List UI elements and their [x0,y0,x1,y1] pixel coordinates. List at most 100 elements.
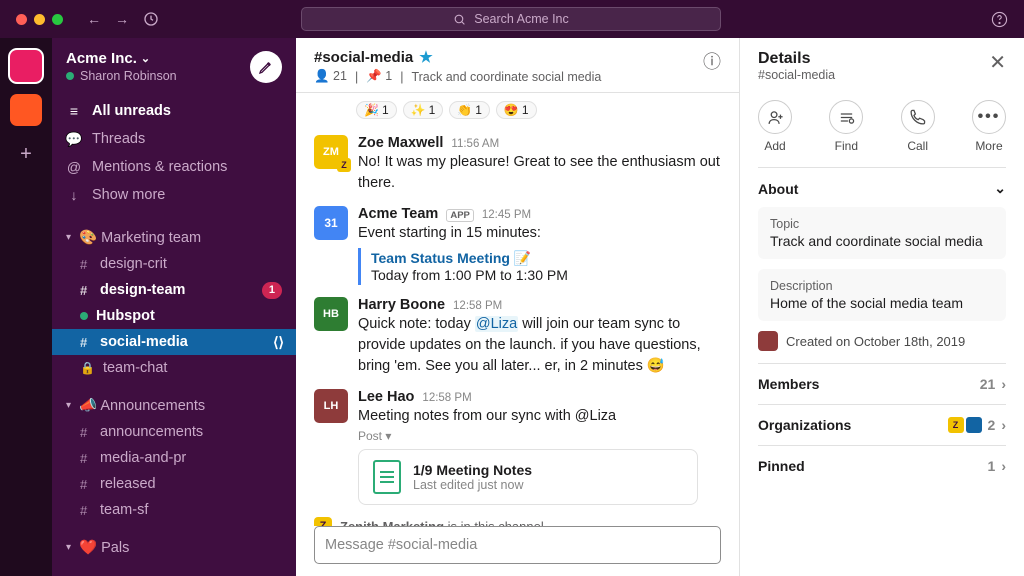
workspace-switch-2[interactable] [10,94,42,126]
message-body: No! It was my pleasure! Great to see the… [358,152,721,194]
sidebar-channel[interactable]: # released [52,471,296,497]
sidebar-channel[interactable]: #media-and-pr [52,445,296,471]
hash-icon: # [80,477,92,492]
sidebar-group-header[interactable]: ▾ ❤️ Pals [52,533,296,561]
sidebar-item[interactable]: ≡All unreads [52,97,296,125]
sidebar: Acme Inc. ⌄ Sharon Robinson ≡All unreads… [52,38,296,576]
message: HB Harry Boone12:58 PM Quick note: today… [314,291,721,383]
sidebar-channel[interactable]: #announcements [52,419,296,445]
details-actions: Add Find Call •••More [758,100,1006,153]
details-subtitle: #social-media [758,68,835,82]
help-icon[interactable] [991,11,1008,28]
pinned-row[interactable]: Pinned1 › [758,458,1006,474]
sidebar-header[interactable]: Acme Inc. ⌄ Sharon Robinson [52,38,296,93]
avatar[interactable]: HB [314,297,348,331]
close-window-icon[interactable] [16,14,27,25]
maximize-window-icon[interactable] [52,14,63,25]
channel-name: design-crit [100,256,167,272]
organizations-row[interactable]: OrganizationsZ2 › [758,417,1006,433]
add-people-button[interactable]: Add [758,100,792,153]
more-button[interactable]: •••More [972,100,1006,153]
sidebar-channel[interactable]: #team-sf [52,497,296,523]
reaction-pill[interactable]: 👏1 [449,101,490,119]
message-time: 12:58 PM [422,392,471,404]
hash-icon: # [80,283,92,298]
message-author[interactable]: Zoe Maxwell [358,135,443,151]
forward-arrow-icon[interactable]: → [115,11,129,27]
find-button[interactable]: Find [829,100,863,153]
avatar[interactable]: ZMZ [314,135,348,169]
sidebar-group-header[interactable]: ▾📣 Announcements [52,391,296,419]
close-icon[interactable]: ✕ [989,50,1006,75]
reaction-bar: 🎉1 ✨1 👏1 😍1 [314,97,721,129]
sidebar-item[interactable]: ↓Show more [52,181,296,209]
message-time: 11:56 AM [451,138,499,150]
message: 31 Acme TeamAPP12:45 PM Event starting i… [314,200,721,291]
pin-count[interactable]: 📌 1 [366,69,392,84]
calendar-attachment[interactable]: Team Status Meeting 📝 Today from 1:00 PM… [358,248,568,285]
caret-down-icon: ▾ [66,542,71,553]
sidebar-top-section: ≡All unreads💬Threads@Mentions & reaction… [52,93,296,213]
hash-icon: # [80,257,92,272]
sidebar-channel[interactable]: #social-media⟨⟩ [52,329,296,355]
channel-title[interactable]: #social-media ★ [314,48,601,66]
message-author[interactable]: Lee Hao [358,389,414,405]
members-row[interactable]: Members21 › [758,376,1006,392]
compose-button[interactable] [250,51,282,83]
channel-name: released [100,476,156,492]
star-icon[interactable]: ★ [419,48,432,66]
reaction-emoji: 😍 [504,103,519,117]
message-composer[interactable]: Message #social-media [314,526,721,564]
sidebar-item-label: Threads [92,131,145,147]
sidebar-channel[interactable]: #design-team1 [52,277,296,303]
post-attachment[interactable]: 1/9 Meeting Notes Last edited just now [358,449,698,505]
event-time: Today from 1:00 PM to 1:30 PM [371,267,568,283]
channel-name: design-team [100,282,185,298]
message-author[interactable]: Acme Team [358,206,438,222]
reaction-pill[interactable]: ✨1 [403,101,444,119]
sidebar-channel[interactable]: Hubspot [52,303,296,329]
minimize-window-icon[interactable] [34,14,45,25]
chevron-right-icon: › [1001,458,1006,474]
details-title: Details [758,50,835,68]
avatar[interactable]: LH [314,389,348,423]
add-workspace-button[interactable]: + [10,138,42,170]
channel-header: #social-media ★ 👤 21 | 📌 1 | Track and c… [296,38,739,93]
org-badge-icon: Z [337,158,351,172]
info-icon[interactable]: ⓘ [703,48,721,74]
details-panel: Details #social-media ✕ Add Find Call ••… [740,38,1024,576]
about-header[interactable]: About⌄ [758,180,1006,197]
message-body: Meeting notes from our sync with @Liza [358,406,721,427]
search-input[interactable]: Search Acme Inc [301,7,721,31]
channel-topic-summary: Track and coordinate social media [411,70,601,84]
sidebar-item-label: Show more [92,187,165,203]
mention[interactable]: @Liza [475,316,518,332]
group-title: 📣 Announcements [79,397,205,414]
sidebar-channel[interactable]: 🔒team-chat [52,355,296,381]
user-name: Sharon Robinson [80,69,177,83]
history-icon[interactable] [143,11,159,27]
sidebar-item[interactable]: @Mentions & reactions [52,153,296,181]
sidebar-item[interactable]: 💬Threads [52,125,296,153]
member-count[interactable]: 👤 21 [314,69,347,84]
hash-icon: # [80,451,92,466]
attachment-label[interactable]: Post ▾ [358,429,721,443]
sidebar-item-label: All unreads [92,103,171,119]
group-title: ❤️ Pals [79,539,129,556]
app-avatar[interactable]: 31 [314,206,348,240]
message-author[interactable]: Harry Boone [358,297,445,313]
reaction-emoji: 👏 [457,103,472,117]
reaction-pill[interactable]: 🎉1 [356,101,397,119]
channel-pane: #social-media ★ 👤 21 | 📌 1 | Track and c… [296,38,740,576]
workspace-switch-1[interactable] [10,50,42,82]
channel-name: team-chat [103,360,167,376]
chevron-right-icon: › [1001,376,1006,392]
chevron-down-icon: ⌄ [994,180,1006,197]
created-by: Created on October 18th, 2019 [758,331,1006,351]
reaction-pill[interactable]: 😍1 [496,101,537,119]
back-arrow-icon[interactable]: ← [87,11,101,27]
shared-channel-notice: Z Zenith Marketing is in this channel [314,511,721,526]
call-button[interactable]: Call [901,100,935,153]
sidebar-group-header[interactable]: ▾🎨 Marketing team [52,223,296,251]
sidebar-channel[interactable]: # design-crit [52,251,296,277]
